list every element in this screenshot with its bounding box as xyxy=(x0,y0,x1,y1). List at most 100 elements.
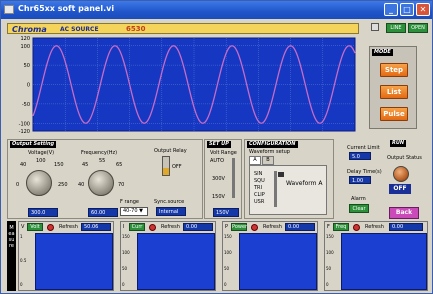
setup-label: SET UP xyxy=(207,141,231,148)
channel-selector[interactable]: Freq xyxy=(333,223,349,231)
waveform-item[interactable]: TRI xyxy=(254,185,262,191)
y-tick: 50 xyxy=(224,266,230,271)
voltage-knob[interactable] xyxy=(26,170,52,196)
volt-range-value[interactable]: 150V xyxy=(213,208,239,217)
y-tick: 0.5 xyxy=(20,258,27,263)
output-status-value: OFF xyxy=(389,184,411,194)
waveform-item[interactable]: USR xyxy=(254,199,264,205)
open-button[interactable]: OPEN xyxy=(408,23,428,33)
setup-panel: SET UP Volt Range AUTO 300V 150V 150V xyxy=(204,139,242,219)
y-tick: 0 xyxy=(20,282,23,287)
delay-time-label: Delay Time(s) xyxy=(347,169,382,175)
app-window: Chr65xx soft panel.vi _ □ ✕ Chroma AC SO… xyxy=(0,0,433,294)
brand-name: Chroma xyxy=(12,25,47,34)
channel-plot xyxy=(341,233,427,290)
frequency-tick: 70 xyxy=(118,182,125,188)
frequency-tick: 45 xyxy=(82,162,89,168)
volt-range-slider[interactable] xyxy=(232,158,235,198)
current-limit-value[interactable]: 5.0 xyxy=(349,152,371,160)
alarm-clear-button[interactable]: Clear xyxy=(349,204,369,213)
output-status-lamp[interactable] xyxy=(393,166,409,182)
channel-id: P xyxy=(225,224,229,230)
y-tick: 1 xyxy=(20,234,23,239)
side-measure-bar: Measure xyxy=(7,221,16,291)
waveform-item[interactable]: SQU xyxy=(254,178,265,184)
current-limit-label: Current Limit xyxy=(347,145,380,151)
frequency-tick: 40 xyxy=(78,182,85,188)
output-relay-toggle[interactable] xyxy=(162,156,170,176)
y-tick-label: 120 xyxy=(20,36,30,42)
frequency-knob[interactable] xyxy=(88,170,114,196)
output-relay-value: OFF xyxy=(172,164,182,170)
refresh-label[interactable]: Refresh xyxy=(365,224,384,230)
y-tick-label: 100 xyxy=(20,44,30,50)
refresh-label[interactable]: Refresh xyxy=(161,224,180,230)
minimize-button[interactable]: _ xyxy=(384,3,398,16)
output-setting-label: Output Setting xyxy=(10,141,57,148)
volt-range-150[interactable]: 150V xyxy=(212,194,225,200)
y-tick-label: -100 xyxy=(19,121,30,127)
limits-panel: Current Limit 5.0 Delay Time(s) 1.00 Ala… xyxy=(335,139,430,219)
channel-led xyxy=(251,224,258,231)
list-button[interactable]: List xyxy=(380,85,408,99)
configuration-panel: CONFIGURATION Waveform setup A B SIN SQU… xyxy=(244,139,334,219)
channel-value: 0.00 xyxy=(183,223,213,231)
waveform-a-label: Waveform A xyxy=(286,180,323,187)
back-button[interactable]: Back xyxy=(389,207,419,219)
pulse-button[interactable]: Pulse xyxy=(380,107,408,121)
brand-header: Chroma AC SOURCE 6530 xyxy=(7,23,359,34)
frequency-tick: 55 xyxy=(99,158,106,164)
sync-source-value[interactable]: Internal xyxy=(156,207,186,216)
output-relay-label: Output Relay xyxy=(154,148,187,154)
line-button[interactable]: LINE xyxy=(386,23,406,33)
maximize-button[interactable]: □ xyxy=(400,3,414,16)
window-title: Chr65xx soft panel.vi xyxy=(18,4,115,13)
waveform-slider-handle[interactable] xyxy=(278,172,284,177)
channel-value: 0.00 xyxy=(285,223,315,231)
channel-plot xyxy=(35,233,113,290)
app-icon xyxy=(4,5,14,14)
channel-id: V xyxy=(21,224,25,230)
channel-panel-v: V Volt Refresh 50.06 1 0.5 0 xyxy=(18,221,114,291)
voltage-tick: 250 xyxy=(58,182,68,188)
channel-id: I xyxy=(123,224,125,230)
side-measure-label: Measure xyxy=(8,225,15,249)
channel-selector[interactable]: Curr xyxy=(129,223,145,231)
waveform-graph: 120 100 50 0 -50 -100 -120 xyxy=(7,35,359,134)
waveform-item[interactable]: CLIP xyxy=(254,192,265,198)
refresh-label[interactable]: Refresh xyxy=(59,224,78,230)
waveform-item[interactable]: SIN xyxy=(254,171,262,177)
channel-bar: F Freq Refresh 0.00 xyxy=(325,222,423,233)
refresh-label[interactable]: Refresh xyxy=(263,224,282,230)
tab-b[interactable]: B xyxy=(262,156,274,165)
y-tick: 100 xyxy=(122,250,130,255)
f-range-select[interactable]: 40-70 ▼ xyxy=(120,207,148,216)
output-setting-panel: Output Setting Voltage(V) 40 100 150 250… xyxy=(7,139,203,219)
channel-bar: I Curr Refresh 0.00 xyxy=(121,222,215,233)
y-tick-label: 0 xyxy=(27,83,30,89)
brand-subtitle: AC SOURCE xyxy=(60,26,99,33)
channel-panel-i: I Curr Refresh 0.00 150 100 50 0 xyxy=(120,221,216,291)
delay-time-value[interactable]: 1.00 xyxy=(349,176,371,184)
waveform-setup-label: Waveform setup xyxy=(249,149,290,155)
volt-range-300[interactable]: 300V xyxy=(212,176,225,182)
channel-led xyxy=(47,224,54,231)
channel-led xyxy=(149,224,156,231)
frequency-value[interactable]: 60.00 xyxy=(88,208,118,217)
title-bar: Chr65xx soft panel.vi _ □ ✕ xyxy=(1,1,432,19)
y-tick: 150 xyxy=(122,234,130,239)
waveform-slider[interactable] xyxy=(274,171,277,207)
y-tick: 100 xyxy=(224,250,232,255)
channel-selector[interactable]: Power xyxy=(231,223,247,231)
channel-selector[interactable]: Volt xyxy=(27,223,43,231)
channel-value: 0.00 xyxy=(389,223,423,231)
step-button[interactable]: Step xyxy=(380,63,408,77)
close-button[interactable]: ✕ xyxy=(416,3,430,16)
y-tick: 50 xyxy=(326,266,332,271)
y-tick-label: -50 xyxy=(22,102,30,108)
lock-icon[interactable] xyxy=(371,23,379,31)
voltage-value[interactable]: 300.0 xyxy=(28,208,58,217)
f-range-value: 40-70 xyxy=(123,208,138,214)
volt-range-auto[interactable]: AUTO xyxy=(210,158,224,164)
tab-a[interactable]: A xyxy=(249,156,261,165)
